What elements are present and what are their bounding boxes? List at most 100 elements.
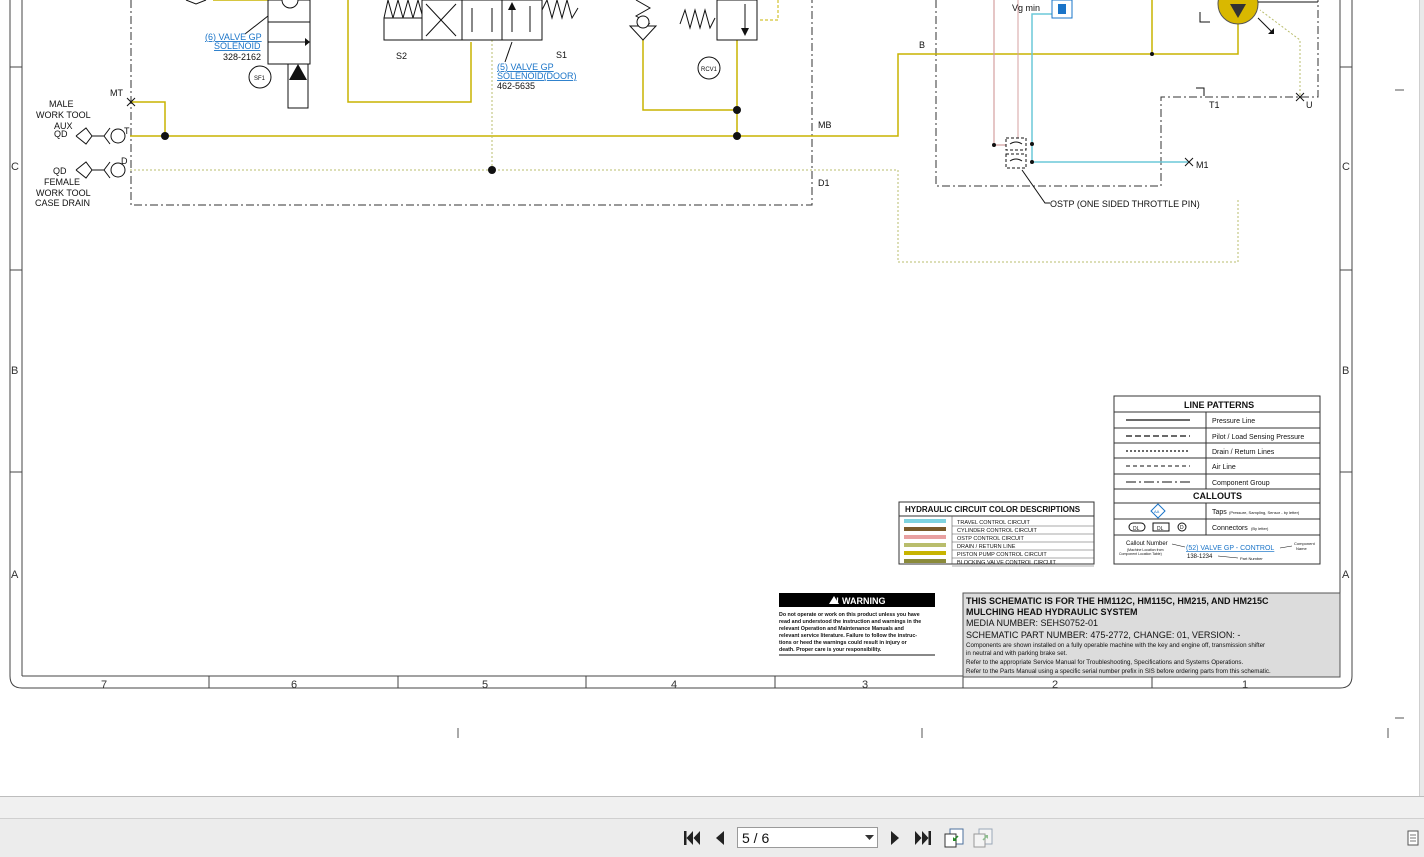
warning-line-6: death. Proper care is your responsibilit… [779,647,882,653]
qd-label-2: QD [53,166,67,176]
sf1-label: SF1 [254,76,266,82]
fit-page-icon [944,828,964,848]
vertical-scrollbar[interactable] [1419,0,1424,800]
last-page-icon [915,831,931,845]
color-legend-label: PISTON PUMP CONTROL CIRCUIT [957,552,1047,558]
col-label-5: 5 [482,679,488,691]
pattern-component-group: Component Group [1212,480,1270,487]
mb-label: MB [818,120,832,130]
row-label-c-left: C [11,161,19,173]
callout-example-link[interactable]: (52) VALVE GP - CONTROL [1186,545,1274,552]
part-number-example: 138-1234 [1187,554,1213,560]
first-page-icon [684,831,700,845]
title-block: THIS SCHEMATIC IS FOR THE HM112C, HM115C… [962,592,1341,678]
row-label-a-left: A [11,569,19,581]
taps-small: (Pressure, Sampling, Sensor - by letter) [1229,510,1300,515]
first-page-button[interactable] [681,827,703,849]
connector-dl-2: DL [1157,526,1164,532]
valve6-part: 328-2162 [223,52,261,62]
col-label-1: 1 [1242,679,1248,691]
page-navigation-toolbar [0,818,1424,857]
u-label: U [1306,100,1313,110]
color-swatch [904,535,946,539]
fit-width-icon [973,828,993,848]
s1-label: S1 [556,50,567,60]
line-patterns-title: LINE PATTERNS [1184,400,1254,410]
m1-label: M1 [1196,160,1209,170]
ostp-label: OSTP (ONE SIDED THROTTLE PIN) [1050,199,1200,209]
fit-page-button[interactable] [943,827,965,849]
title-line-1: THIS SCHEMATIC IS FOR THE HM112C, HM115C… [966,596,1269,606]
female-label-2: WORK TOOL [36,188,91,198]
callout-small-2: Component Location Table) [1119,552,1162,556]
previous-page-button[interactable] [709,827,731,849]
pattern-drain: Drain / Return Lines [1212,449,1275,456]
title-note-1: Components are shown installed on a full… [966,642,1265,649]
valve6-link-2[interactable]: SOLENOID [214,41,261,51]
chevron-down-icon [864,835,874,840]
valve5-part: 462-5635 [497,81,535,91]
vgmin-label: Vg min [1012,3,1040,13]
col-label-4: 4 [671,679,677,691]
qd-label-1: QD [54,129,68,139]
warning-line-4: relevant service literature. Failure to … [779,633,917,639]
mt-label: MT [110,88,123,98]
connectors-small: (By letter) [1251,526,1269,531]
warning-line-5: tions or heed the warnings could result … [779,640,907,646]
col-label-7: 7 [101,679,107,691]
color-legend-title: HYDRAULIC CIRCUIT COLOR DESCRIPTIONS [905,505,1081,514]
male-label-1: MALE [49,99,74,109]
last-page-button[interactable] [912,827,934,849]
panel-icon [1407,830,1419,846]
fit-width-button[interactable] [972,827,994,849]
panel-toggle-button[interactable] [1404,827,1422,849]
female-label-3: CASE DRAIN [35,198,90,208]
page-number-box[interactable] [737,827,878,848]
pattern-pilot: Pilot / Load Sensing Pressure [1212,434,1304,441]
warning-box: ! WARNING Do not operate or work on this… [779,593,935,656]
color-legend: HYDRAULIC CIRCUIT COLOR DESCRIPTIONS TRA… [898,501,1095,567]
page-dropdown-button[interactable] [863,831,875,845]
color-legend-label: DRAIN / RETURN LINE [957,544,1016,550]
connector-d: D [1180,525,1184,531]
title-note-2: in neutral and with parking brake set. [966,650,1067,657]
schematic-page: C B A C B A 7 6 5 4 3 2 1 SF1 (6) VALVE … [9,0,1404,738]
warning-title: WARNING [842,596,886,606]
tap-letter: AA [1154,509,1160,514]
row-label-b-right: B [1342,365,1349,377]
title-note-3: Refer to the appropriate Service Manual … [966,659,1243,666]
connector-dl-1: DL [1133,526,1140,532]
document-viewer[interactable]: C B A C B A 7 6 5 4 3 2 1 SF1 (6) VALVE … [0,0,1419,796]
part-number-label: Part Number [1240,556,1263,561]
color-swatch [904,519,946,523]
line-patterns-legend: LINE PATTERNS Pressure Line Pilot / Load… [1113,395,1321,565]
page-number-input[interactable] [742,829,852,846]
color-swatch [904,543,946,547]
pattern-pressure: Pressure Line [1212,418,1255,425]
color-swatch [904,551,946,555]
horizontal-scrollbar[interactable] [0,796,1424,819]
next-page-button[interactable] [884,827,906,849]
row-label-b-left: B [11,365,18,377]
title-note-4: Refer to the Parts Manual using a specif… [966,668,1271,675]
rcv1-label: RCV1 [701,67,718,73]
warning-line-3: relevant Operation and Maintenance Manua… [779,626,904,632]
pattern-air: Air Line [1212,464,1236,471]
color-legend-label: OSTP CONTROL CIRCUIT [957,536,1025,542]
warning-line-2: read and understood the instruction and … [779,619,921,625]
color-legend-label: BLOCKING VALVE CONTROL CIRCUIT [957,560,1057,566]
warning-line-1: Do not operate or work on this product u… [779,612,920,618]
d1-label: D1 [818,178,830,188]
media-number: MEDIA NUMBER: SEHS0752-01 [966,618,1098,628]
callout-number-label: Callout Number [1126,541,1168,547]
color-swatch [904,527,946,531]
warning-icon: ! [836,596,839,606]
row-label-c-right: C [1342,161,1350,173]
color-legend-label: CYLINDER CONTROL CIRCUIT [957,528,1037,534]
color-swatch [904,559,946,563]
male-label-2: WORK TOOL [36,110,91,120]
col-label-3: 3 [862,679,868,691]
title-line-2: MULCHING HEAD HYDRAULIC SYSTEM [966,607,1138,617]
taps-label: Taps [1212,509,1227,516]
valve5-link-2[interactable]: SOLENOID(DOOR) [497,71,577,81]
